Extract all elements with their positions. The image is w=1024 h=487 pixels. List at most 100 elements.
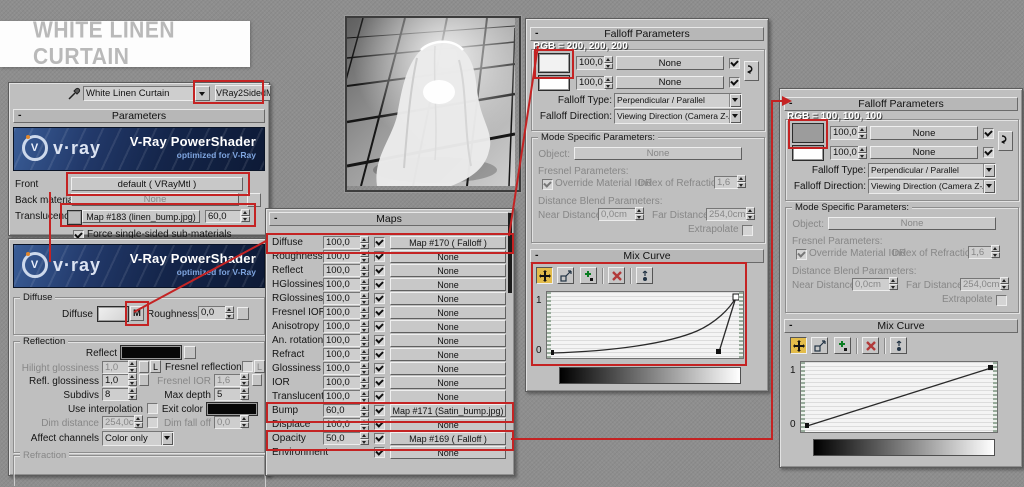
translucency-amount-field[interactable]: 60,0 [205,210,241,223]
falloff-amount1-field[interactable]: 100,0 [576,56,606,70]
reset-curves-button[interactable] [636,267,653,284]
map-amount-spinner[interactable] [360,432,369,445]
translucency-color-swatch[interactable] [67,210,82,225]
reflect-color-swatch[interactable] [120,345,182,360]
map-amount-spinner[interactable] [360,292,369,305]
map-amount-field[interactable]: 100,0 [323,278,361,291]
map-amount-spinner[interactable] [360,264,369,277]
map-enable-checkbox[interactable] [374,293,385,304]
reflect-map-button[interactable] [184,346,196,359]
map-amount-spinner[interactable] [360,278,369,291]
delete-point-button[interactable] [862,337,879,354]
map-amount-field[interactable]: 100,0 [323,320,361,333]
add-point-button[interactable] [834,337,851,354]
map-enable-checkbox[interactable] [374,447,385,458]
map-enable-checkbox[interactable] [374,265,385,276]
map-slot-button[interactable]: None [390,390,506,403]
falloff-amount1-spinner[interactable] [604,56,613,69]
roughness-spinner[interactable] [225,306,234,319]
falloff-type-dropdown[interactable]: Perpendicular / Parallel [614,93,742,108]
map-slot-button[interactable]: None [390,320,506,333]
map-amount-field[interactable]: 100,0 [323,418,361,431]
fresnel-reflections-checkbox[interactable] [242,361,253,372]
map-slot-button[interactable]: None [390,446,506,459]
map-amount-spinner[interactable] [360,306,369,319]
map-amount-spinner[interactable] [360,418,369,431]
back-material-side-button[interactable] [247,193,261,207]
map-enable-checkbox[interactable] [374,307,385,318]
diffuse-map-shortcut-button[interactable]: M [130,306,144,321]
falloff-amount1-spinner[interactable] [858,126,867,139]
refl-glossiness-field[interactable]: 1,0 [102,374,130,387]
falloff-map2-button[interactable]: None [616,76,724,89]
map-amount-field[interactable]: 100,0 [323,334,361,347]
falloff-amount2-field[interactable]: 100,0 [830,146,860,160]
map-amount-spinner[interactable] [360,250,369,263]
map-amount-spinner[interactable] [360,376,369,389]
falloff-map1-button[interactable]: None [616,56,724,70]
falloff-rollout-header[interactable]: - Falloff Parameters [784,97,1018,111]
refl-glossiness-spinner[interactable] [128,373,137,386]
add-point-button[interactable] [580,267,597,284]
falloff-amount2-field[interactable]: 100,0 [576,76,606,90]
falloff-color2-swatch[interactable] [538,75,570,91]
translucency-amount-spinner[interactable] [241,209,250,222]
map-slot-button[interactable]: None [390,334,506,347]
falloff-rollout-header[interactable]: - Falloff Parameters [530,27,764,41]
refl-glossiness-map-button[interactable] [139,374,149,386]
eyedropper-icon[interactable] [67,85,83,101]
map-slot-button[interactable]: None [390,264,506,277]
swap-colors-button[interactable] [744,61,759,81]
map-amount-spinner[interactable] [360,390,369,403]
move-point-button[interactable] [790,337,807,354]
max-depth-spinner[interactable] [240,387,249,400]
map-slot-button[interactable]: None [390,292,506,305]
map-amount-field[interactable]: 100,0 [323,390,361,403]
front-material-button[interactable]: default ( VRayMtl ) [71,177,243,191]
map-amount-field[interactable]: 100,0 [323,348,361,361]
map-slot-button[interactable]: None [390,250,506,263]
map-slot-button[interactable]: Map #171 (Satin_bump.jpg) [390,404,506,417]
falloff-direction-dropdown[interactable]: Viewing Direction (Camera Z-Axis) [614,109,742,124]
map-amount-spinner[interactable] [360,236,369,249]
map-amount-spinner[interactable] [360,362,369,375]
map-amount-field[interactable]: 100,0 [323,362,361,375]
map-amount-field[interactable]: 60,0 [323,404,361,417]
falloff-direction-dropdown[interactable]: Viewing Direction (Camera Z-Axis) [868,179,996,194]
mix-curve-plot[interactable] [546,291,744,359]
falloff-color1-swatch[interactable] [538,53,570,73]
subdivs-spinner[interactable] [128,387,137,400]
affect-channels-dropdown[interactable]: Color only [102,431,174,446]
falloff-amount2-spinner[interactable] [858,146,867,159]
map-amount-spinner[interactable] [360,334,369,347]
curve-point[interactable] [716,349,721,354]
falloff-type-dropdown[interactable]: Perpendicular / Parallel [868,163,996,178]
falloff-map2-checkbox[interactable] [729,77,740,88]
dropdown-arrow-icon[interactable] [195,86,210,101]
map-amount-field[interactable]: 100,0 [323,236,361,249]
falloff-amount2-spinner[interactable] [604,76,613,89]
mix-curve-plot[interactable] [800,361,998,433]
map-enable-checkbox[interactable] [374,251,385,262]
map-amount-field[interactable]: 100,0 [323,376,361,389]
map-slot-button[interactable]: None [390,306,506,319]
mix-curve-rollout-header[interactable]: - Mix Curve [530,249,764,263]
map-enable-checkbox[interactable] [374,391,385,402]
map-slot-button[interactable]: Map #170 ( Falloff ) [390,236,506,249]
dim-distance-checkbox[interactable] [147,417,158,428]
map-slot-button[interactable]: None [390,418,506,431]
material-name-dropdown[interactable]: White Linen Curtain [83,86,199,101]
map-enable-checkbox[interactable] [374,363,385,374]
map-slot-button[interactable]: None [390,362,506,375]
falloff-map1-checkbox[interactable] [729,58,740,69]
map-amount-field[interactable]: 100,0 [323,264,361,277]
material-class-button[interactable]: VRay2SidedMtl [215,85,271,101]
map-amount-field[interactable]: 100,0 [323,292,361,305]
map-slot-button[interactable]: None [390,278,506,291]
map-enable-checkbox[interactable] [374,321,385,332]
subdivs-field[interactable]: 8 [102,388,130,401]
roughness-field[interactable]: 0,0 [198,306,226,320]
delete-point-button[interactable] [608,267,625,284]
use-interpolation-checkbox[interactable] [147,403,158,414]
map-slot-button[interactable]: None [390,376,506,389]
